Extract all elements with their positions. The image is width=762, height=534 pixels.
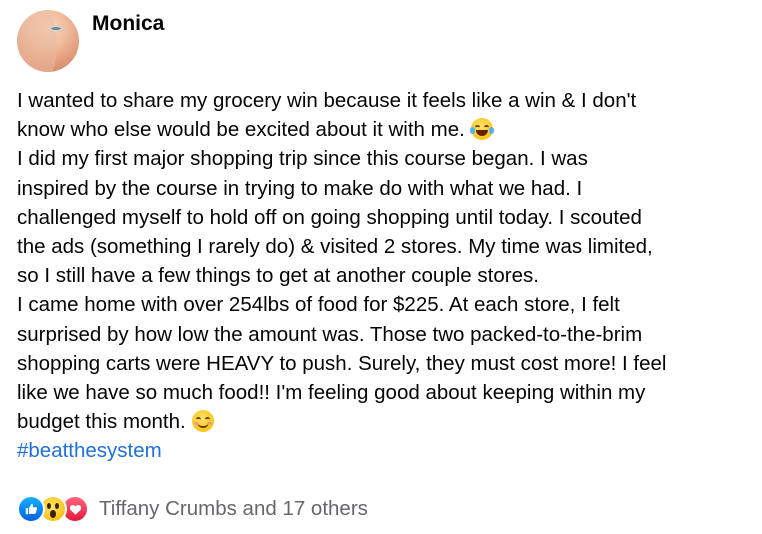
post-line: the ads (something I rarely do) & visite… [17,235,653,259]
like-icon[interactable] [17,495,45,523]
post-card: Monica I wanted to share my grocery win … [0,0,762,534]
hashtag-line: #beatthesystem [17,436,757,465]
smiling-emoji-icon [191,410,214,433]
post-line: budget this month. [17,407,757,436]
post-line: surprised by how low the amount was. Tho… [17,322,643,346]
post-line-text: know who else would be excited about it … [17,118,465,142]
author-name[interactable]: Monica [92,12,164,36]
post-line: I came home with over 254lbs of food for… [17,293,620,317]
post-line: shopping carts were HEAVY to push. Surel… [17,351,667,375]
post-line: so I still have a few things to get at a… [17,264,539,288]
reactions-bar[interactable]: Tiffany Crumbs and 17 others [17,495,368,523]
laughing-tears-emoji-icon [469,118,494,141]
post-line: inspired by the course in trying to make… [17,176,583,200]
reaction-icons[interactable] [17,495,89,523]
post-line: know who else would be excited about it … [17,115,757,144]
post-line: I did my first major shopping trip since… [17,147,588,171]
post-line: like we have so much food!! I'm feeling … [17,381,646,405]
post-body: I wanted to share my grocery win because… [17,86,757,466]
heart-icon [69,504,81,515]
post-line: I wanted to share my grocery win because… [17,89,637,112]
avatar-hair [17,10,57,72]
hashtag-link[interactable]: #beatthesystem [17,439,162,462]
thumbs-up-icon [25,503,37,515]
post-line-text: budget this month. [17,410,186,434]
post-line: challenged myself to hold off on going s… [17,205,642,229]
avatar[interactable] [17,10,79,72]
avatar-eye [49,25,63,32]
reactions-summary[interactable]: Tiffany Crumbs and 17 others [99,497,368,521]
